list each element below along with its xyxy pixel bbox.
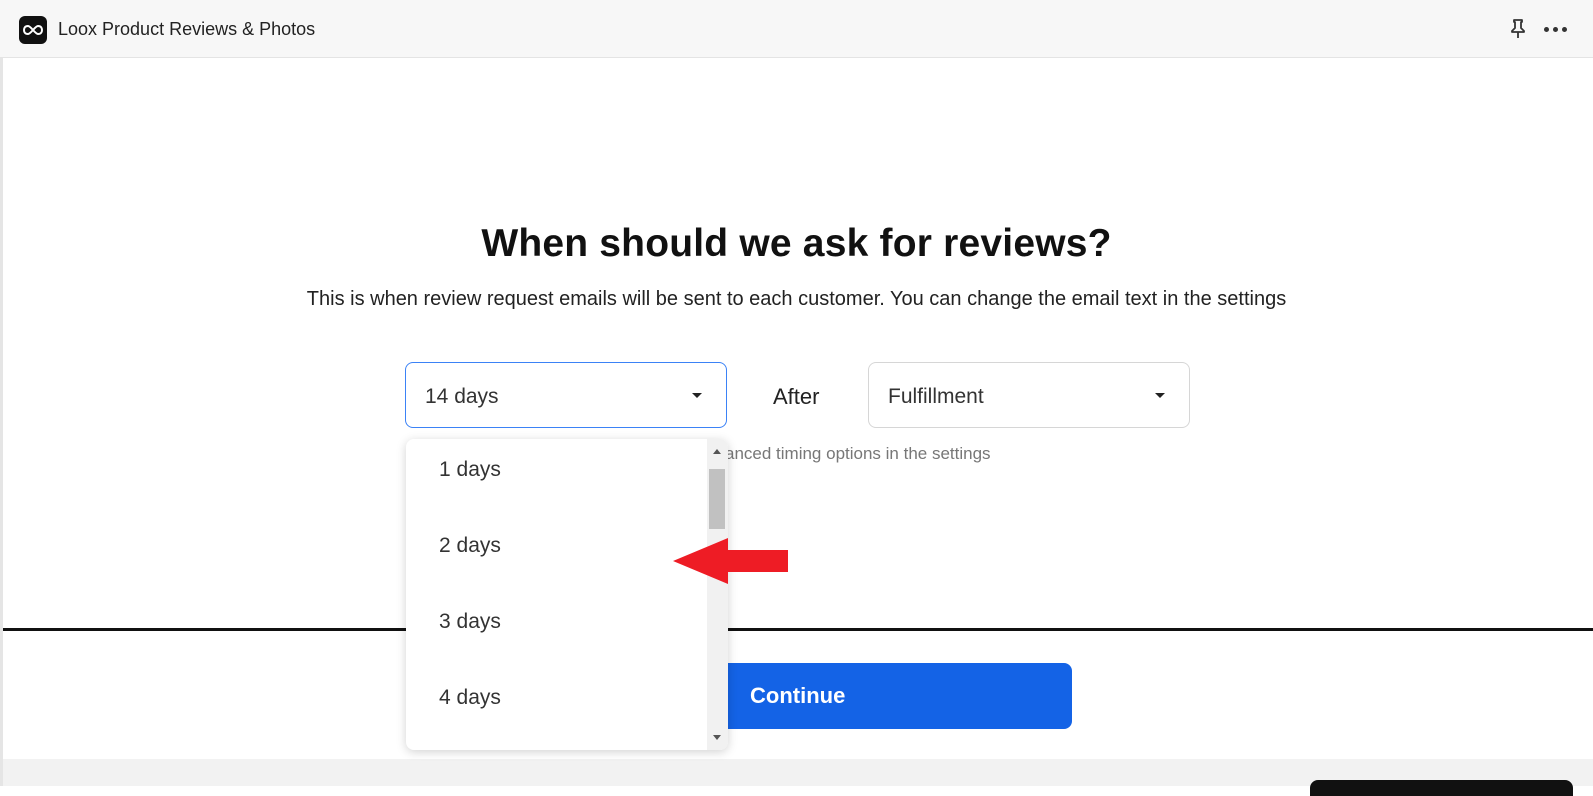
- delay-dropdown-menu: 1 days 2 days 3 days 4 days: [406, 439, 728, 750]
- corner-widget[interactable]: [1310, 780, 1573, 796]
- pin-icon[interactable]: [1508, 18, 1528, 40]
- app-titlebar: Loox Product Reviews & Photos: [0, 0, 1593, 58]
- delay-select[interactable]: 14 days: [405, 362, 727, 428]
- event-select[interactable]: Fulfillment: [868, 362, 1190, 428]
- delay-select-value: 14 days: [425, 385, 499, 408]
- chevron-down-icon: [1155, 393, 1165, 398]
- dropdown-option[interactable]: 1 days: [439, 458, 501, 482]
- dropdown-option[interactable]: 4 days: [439, 686, 501, 710]
- scroll-up-icon[interactable]: [713, 449, 721, 454]
- dropdown-scrollbar[interactable]: [707, 439, 728, 750]
- infinity-logo-icon: [19, 16, 47, 44]
- timing-hint: anced timing options in the settings: [725, 444, 991, 463]
- more-icon[interactable]: [1544, 27, 1570, 33]
- after-label: After: [773, 384, 820, 409]
- scroll-down-icon[interactable]: [713, 735, 721, 740]
- event-select-value: Fulfillment: [888, 385, 984, 408]
- dropdown-option[interactable]: 2 days: [439, 534, 501, 558]
- chevron-down-icon: [692, 393, 702, 398]
- page-title: When should we ask for reviews?: [481, 222, 1112, 265]
- app-title: Loox Product Reviews & Photos: [58, 19, 316, 39]
- red-arrow-annotation: [673, 538, 788, 584]
- dropdown-option[interactable]: 3 days: [439, 610, 501, 634]
- scroll-thumb[interactable]: [709, 469, 725, 529]
- page-subtitle: This is when review request emails will …: [306, 288, 1287, 310]
- continue-button[interactable]: Continue: [700, 663, 1072, 729]
